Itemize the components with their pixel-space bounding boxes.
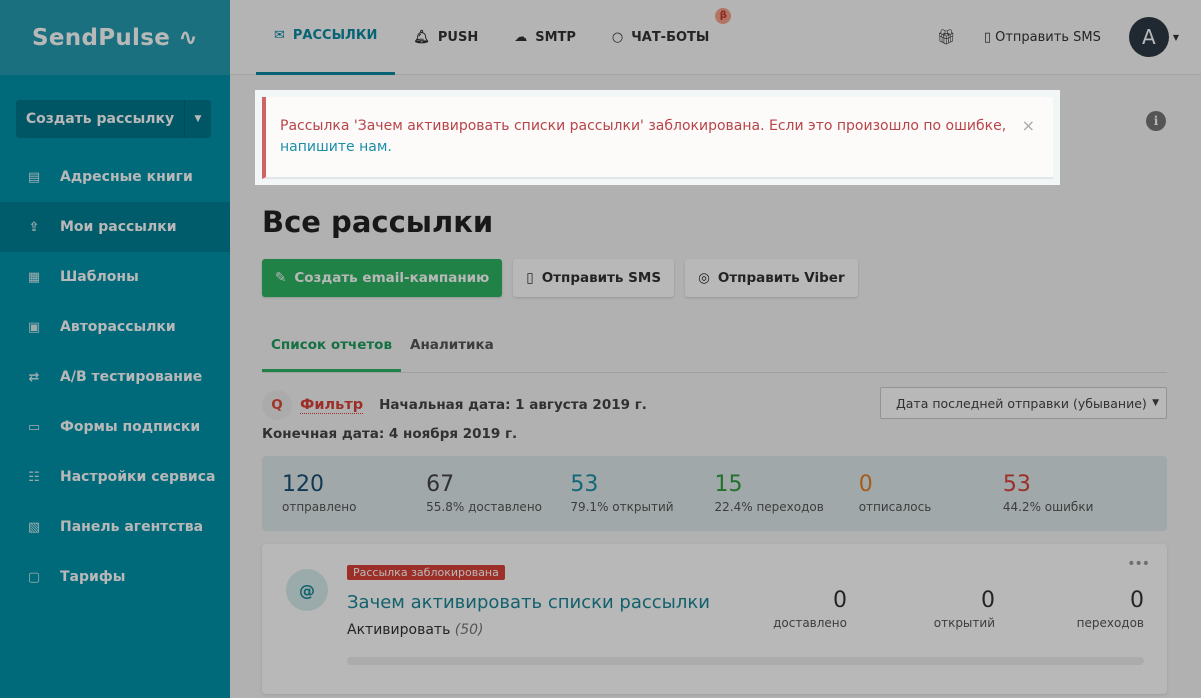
close-icon[interactable]: × [1022, 115, 1035, 136]
alert-text: Рассылка 'Зачем активировать списки расс… [280, 118, 1007, 134]
alert-container: Рассылка 'Зачем активировать списки расс… [255, 90, 1060, 185]
blocked-alert: Рассылка 'Зачем активировать списки расс… [262, 97, 1053, 179]
contact-us-link[interactable]: напишите нам. [280, 139, 392, 155]
